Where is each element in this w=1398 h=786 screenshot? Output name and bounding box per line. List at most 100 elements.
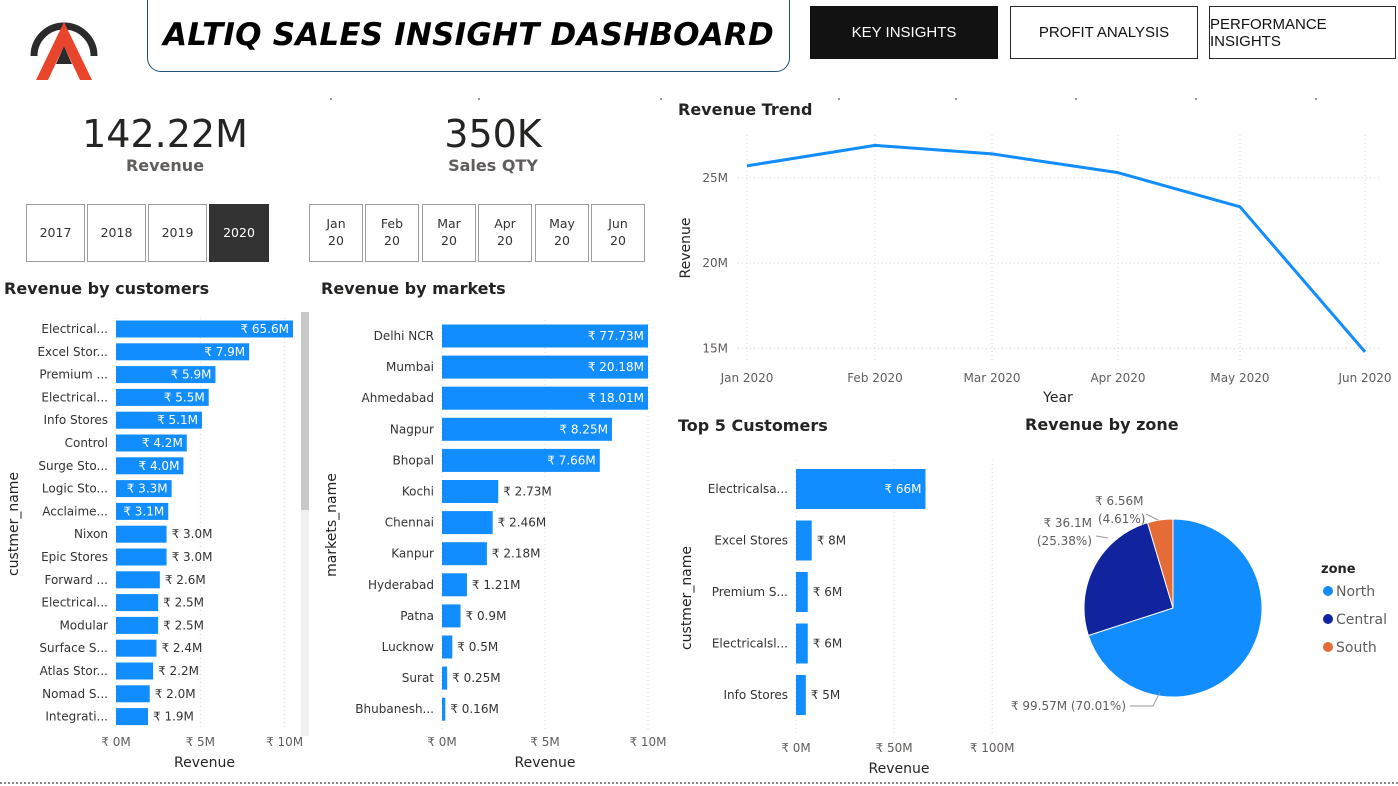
- customers-data-label: ₹ 2.4M: [161, 641, 202, 655]
- zone-legend-marker: [1323, 614, 1333, 624]
- customers-data-label: ₹ 2.6M: [165, 573, 206, 587]
- separator-dot: [1075, 98, 1077, 100]
- customers-data-label: ₹ 4.2M: [142, 436, 183, 450]
- markets-x-axis-title: Revenue: [515, 755, 576, 771]
- markets-bar: [442, 573, 467, 597]
- trend-x-tick: Feb 2020: [847, 371, 903, 385]
- trend-y-tick: 20M: [702, 256, 728, 270]
- customers-bar: [116, 662, 154, 680]
- customers-data-label: ₹ 5.1M: [157, 413, 198, 427]
- trend-line: [746, 143, 1367, 353]
- customers-bar: [116, 685, 150, 703]
- top5-y-axis-title: custmer_name: [679, 546, 695, 650]
- zone-legend-label: Central: [1336, 612, 1387, 628]
- separator-dot: [660, 98, 662, 100]
- customers-data-label: ₹ 3.0M: [172, 527, 213, 541]
- trend-x-tick: Mar 2020: [964, 371, 1021, 385]
- trend-x-axis-title: Year: [1042, 390, 1073, 406]
- markets-category-label: Hyderabad: [368, 578, 434, 592]
- markets-category-label: Bhopal: [393, 453, 434, 467]
- top5-data-label: ₹ 66M: [884, 482, 921, 496]
- charts-canvas: ₹ 0M ₹ 5M ₹ 10M Electrical... ₹ 65.6M Excel S…: [6, 135, 1392, 777]
- customers-category-label: Excel Stor...: [37, 345, 108, 359]
- markets-bar: [442, 511, 493, 535]
- bottom-divider: [0, 782, 1398, 784]
- trend-y-tick: 15M: [702, 341, 728, 355]
- markets-category-label: Kanpur: [391, 547, 434, 561]
- separator-dot: [838, 98, 840, 100]
- customers-category-label: Info Stores: [44, 413, 109, 427]
- markets-category-label: Lucknow: [382, 640, 435, 654]
- customers-bar: [116, 525, 167, 543]
- customers-data-label: ₹ 5.5M: [164, 390, 205, 404]
- customers-category-label: Control: [65, 436, 108, 450]
- customers-data-label: ₹ 3.3M: [127, 482, 168, 496]
- customers-bar: [116, 616, 159, 634]
- customers-category-label: Surface S...: [39, 641, 108, 655]
- markets-x-tick: ₹ 10M: [629, 735, 666, 749]
- separator-dot: [1195, 98, 1197, 100]
- markets-data-label: ₹ 7.66M: [547, 453, 596, 467]
- top5-data-label: ₹ 6M: [813, 637, 842, 651]
- top5-bar: [796, 675, 806, 715]
- markets-category-label: Kochi: [402, 485, 434, 499]
- zone-legend-label: South: [1336, 640, 1377, 656]
- markets-category-label: Surat: [402, 671, 435, 685]
- customers-x-tick: ₹ 0M: [101, 735, 130, 749]
- customers-category-label: Integrati...: [45, 710, 108, 724]
- markets-data-label: ₹ 2.46M: [498, 516, 547, 530]
- customers-bar: [116, 639, 157, 657]
- zone-label-central-value: ₹ 36.1M: [1043, 516, 1092, 530]
- top5-bar: [796, 572, 808, 612]
- customers-category-label: Logic Sto...: [42, 482, 108, 496]
- customers-bar: [116, 708, 149, 726]
- customers-data-label: ₹ 2.0M: [155, 687, 196, 701]
- customers-scrollbar-thumb[interactable]: [301, 312, 309, 510]
- customers-data-label: ₹ 3.0M: [172, 550, 213, 564]
- zone-label-central-pct: (25.38%): [1037, 534, 1092, 548]
- trend-x-tick: Apr 2020: [1090, 371, 1145, 385]
- trend-x-tick: Jun 2020: [1337, 371, 1391, 385]
- markets-data-label: ₹ 77.73M: [588, 329, 644, 343]
- customers-data-label: ₹ 65.6M: [240, 322, 289, 336]
- markets-data-label: ₹ 0.16M: [450, 702, 499, 716]
- customers-category-label: Acclaime...: [42, 504, 108, 518]
- customers-data-label: ₹ 2.5M: [163, 596, 204, 610]
- customers-x-tick: ₹ 10M: [266, 735, 303, 749]
- customers-category-label: Electrical...: [41, 390, 108, 404]
- top5-category-label: Electricalsa...: [708, 482, 788, 496]
- markets-data-label: ₹ 0.5M: [457, 640, 498, 654]
- customers-category-label: Electrical...: [41, 596, 108, 610]
- markets-data-label: ₹ 2.73M: [503, 485, 552, 499]
- customers-scrollbar[interactable]: [301, 312, 309, 736]
- markets-bar: [442, 697, 446, 721]
- separator-dot: [330, 98, 332, 100]
- customers-x-tick: ₹ 5M: [186, 735, 215, 749]
- markets-bar: [442, 480, 499, 503]
- customers-category-label: Electrical...: [41, 322, 108, 336]
- top5-category-label: Info Stores: [724, 688, 789, 702]
- separator-dot: [478, 98, 480, 100]
- zone-legend-marker: [1323, 642, 1333, 652]
- customers-data-label: ₹ 4.0M: [139, 459, 180, 473]
- markets-bar: [442, 542, 487, 566]
- customers-data-label: ₹ 1.9M: [153, 710, 194, 724]
- markets-category-label: Delhi NCR: [374, 329, 434, 343]
- customers-bar: [116, 594, 159, 612]
- markets-category-label: Patna: [400, 609, 434, 623]
- markets-category-label: Mumbai: [386, 360, 434, 374]
- customers-data-label: ₹ 2.2M: [158, 664, 199, 678]
- markets-x-tick: ₹ 5M: [530, 735, 559, 749]
- markets-data-label: ₹ 2.18M: [492, 547, 541, 561]
- top5-bar: [796, 623, 808, 664]
- markets-data-label: ₹ 20.18M: [588, 360, 644, 374]
- markets-bar: [442, 666, 448, 690]
- customers-category-label: Nixon: [74, 527, 108, 541]
- customers-category-label: Atlas Stor...: [40, 664, 108, 678]
- zone-leader-line: [1095, 535, 1109, 539]
- customers-category-label: Nomad S...: [42, 687, 108, 701]
- zone-leader-line: [1145, 513, 1159, 521]
- zone-label-south-pct: (4.61%): [1098, 512, 1145, 526]
- zone-legend-marker: [1323, 586, 1333, 596]
- markets-data-label: ₹ 0.25M: [452, 671, 501, 685]
